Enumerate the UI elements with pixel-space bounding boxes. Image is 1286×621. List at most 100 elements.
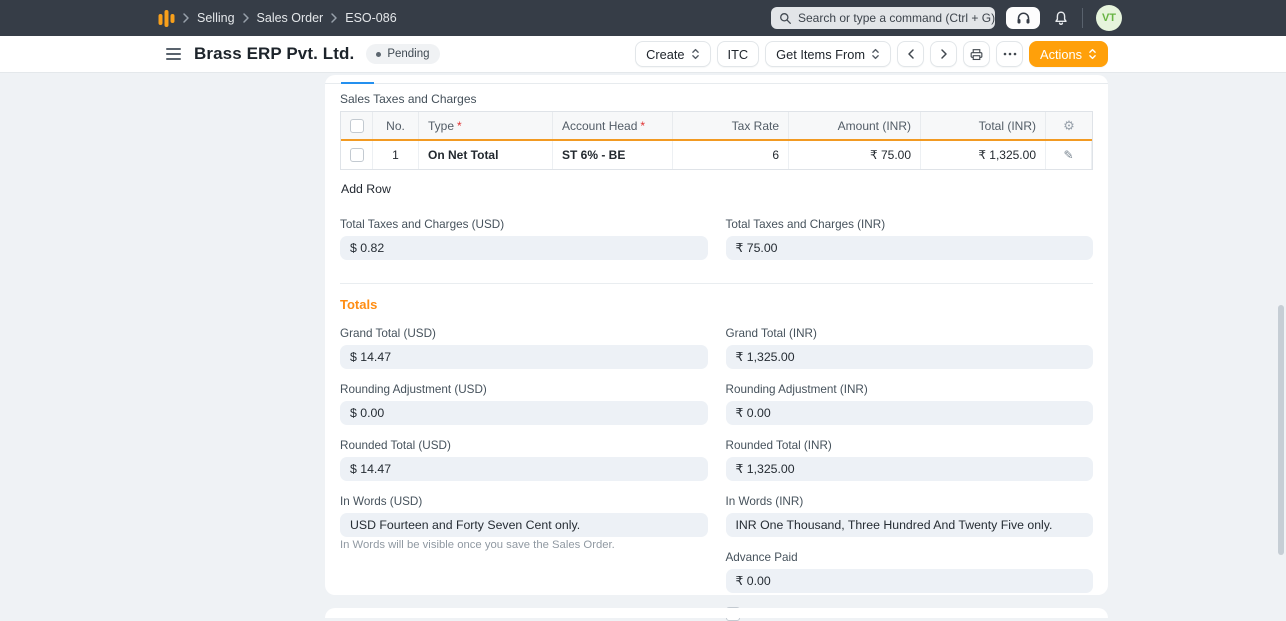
field-total-taxes-usd: Total Taxes and Charges (USD) $ 0.82 (340, 218, 708, 260)
field-label: Rounding Adjustment (INR) (725, 383, 868, 396)
section-divider (340, 283, 1093, 284)
add-row-button[interactable]: Add Row (340, 180, 392, 198)
field-rounded-total-inr: Rounded Total (INR) ₹ 1,325.00 (725, 439, 1093, 481)
top-navbar: Selling Sales Order ESO-086 Search or ty… (0, 0, 1286, 36)
totals-left-column: Grand Total (USD) $ 14.47 Rounding Adjus… (340, 327, 708, 621)
select-caret-icon (1088, 47, 1097, 61)
col-header-tax-rate: Tax Rate (673, 112, 789, 139)
select-all-checkbox[interactable] (349, 118, 364, 133)
toolbar-actions: Create ITC Get Items From Actions (635, 41, 1108, 67)
grand-total-usd-value: $ 14.47 (340, 345, 708, 369)
grand-total-inr-value: ₹ 1,325.00 (725, 345, 1093, 369)
totals-section-heading[interactable]: Totals (340, 297, 1093, 312)
edit-row-pencil-icon[interactable]: ✎ (1063, 149, 1073, 161)
chevron-right-icon (242, 12, 250, 24)
advance-paid-value: ₹ 0.00 (725, 569, 1093, 593)
breadcrumb-sales-order[interactable]: Sales Order (257, 11, 324, 25)
printer-icon (969, 47, 984, 62)
active-tab-indicator (341, 81, 374, 84)
form-card: Sales Taxes and Charges No. Type * Accoun… (325, 75, 1108, 621)
breadcrumb-current-doc[interactable]: ESO-086 (345, 11, 396, 25)
table-row: 1 On Net Total ST 6% - BE 6 ₹ 75.00 ₹ 1,… (341, 141, 1092, 169)
field-label: In Words (USD) (340, 495, 423, 508)
field-label: Total Taxes and Charges (INR) (725, 218, 886, 231)
row-index: 1 (373, 141, 419, 169)
notifications-bell-icon[interactable] (1053, 10, 1069, 27)
status-label: Pending (387, 48, 430, 60)
row-checkbox[interactable] (349, 148, 364, 162)
actions-button[interactable]: Actions (1029, 41, 1108, 67)
field-label: Rounded Total (USD) (340, 439, 451, 452)
create-button[interactable]: Create (635, 41, 711, 67)
search-placeholder: Search or type a command (Ctrl + G) (798, 11, 996, 25)
chevron-left-icon (907, 48, 915, 60)
menu-ellipsis-button[interactable] (996, 41, 1024, 67)
field-rounded-total-usd: Rounded Total (USD) $ 14.47 (340, 439, 708, 481)
print-button[interactable] (963, 41, 991, 67)
field-label: Rounded Total (INR) (725, 439, 832, 452)
app-logo-icon[interactable] (158, 9, 175, 28)
cell-account-head[interactable]: ST 6% - BE (553, 141, 673, 169)
cell-total[interactable]: ₹ 1,325.00 (921, 141, 1046, 169)
field-rounding-adjustment-inr: Rounding Adjustment (INR) ₹ 0.00 (725, 383, 1093, 425)
field-in-words-usd: In Words (USD) USD Fourteen and Forty Se… (340, 495, 708, 551)
select-caret-icon (871, 47, 880, 61)
col-header-no: No. (373, 112, 419, 139)
status-dot-icon (376, 51, 382, 57)
field-in-words-inr: In Words (INR) INR One Thousand, Three H… (725, 495, 1093, 537)
taxes-table-label: Sales Taxes and Charges (340, 92, 477, 106)
field-label: Grand Total (INR) (725, 327, 817, 340)
next-section-card (325, 608, 1108, 618)
ellipsis-icon (1003, 52, 1017, 56)
form-tabbar (325, 75, 1108, 84)
field-label: Grand Total (USD) (340, 327, 436, 340)
field-grand-total-usd: Grand Total (USD) $ 14.47 (340, 327, 708, 369)
headphones-icon (1016, 11, 1031, 25)
sales-taxes-and-charges-table: No. Type * Account Head * Tax Rate Amount … (340, 111, 1093, 170)
in-words-inr-value: INR One Thousand, Three Hundred And Twen… (725, 513, 1093, 537)
get-items-from-button[interactable]: Get Items From (765, 41, 892, 67)
col-header-type: Type * (419, 112, 553, 139)
avatar-initials: VT (1101, 12, 1117, 24)
sidebar-toggle-icon[interactable] (166, 48, 181, 60)
table-settings-gear-icon[interactable]: ⚙ (1063, 119, 1075, 132)
field-label: Rounding Adjustment (USD) (340, 383, 487, 396)
field-rounding-adjustment-usd: Rounding Adjustment (USD) $ 0.00 (340, 383, 708, 425)
totals-right-column: Grand Total (INR) ₹ 1,325.00 Rounding Ad… (725, 327, 1093, 621)
breadcrumb-selling[interactable]: Selling (197, 11, 235, 25)
user-avatar[interactable]: VT (1096, 5, 1122, 31)
global-search-input[interactable]: Search or type a command (Ctrl + G) (771, 7, 995, 29)
field-label: Advance Paid (725, 551, 798, 564)
select-caret-icon (691, 47, 700, 61)
rounded-total-inr-value: ₹ 1,325.00 (725, 457, 1093, 481)
status-badge: Pending (366, 44, 440, 64)
cell-tax-rate[interactable]: 6 (673, 141, 789, 169)
next-document-button[interactable] (930, 41, 958, 67)
itc-button[interactable]: ITC (716, 41, 760, 67)
help-headset-button[interactable] (1006, 7, 1040, 29)
search-icon (779, 12, 792, 25)
navbar-divider (1082, 8, 1083, 28)
required-marker: * (640, 118, 646, 133)
table-header-row: No. Type * Account Head * Tax Rate Amount … (341, 112, 1092, 141)
field-label: In Words (INR) (725, 495, 804, 508)
in-words-usd-value: USD Fourteen and Forty Seven Cent only. (340, 513, 708, 537)
rounding-adjustment-inr-value: ₹ 0.00 (725, 401, 1093, 425)
col-header-total: Total (INR) (921, 112, 1046, 139)
in-words-help-text: In Words will be visible once you save t… (340, 539, 615, 551)
field-label: Total Taxes and Charges (USD) (340, 218, 505, 231)
chevron-right-icon (940, 48, 948, 60)
previous-document-button[interactable] (897, 41, 925, 67)
total-taxes-inr-value: ₹ 75.00 (725, 236, 1093, 260)
field-total-taxes-inr: Total Taxes and Charges (INR) ₹ 75.00 (725, 218, 1093, 260)
rounding-adjustment-usd-value: $ 0.00 (340, 401, 708, 425)
field-grand-total-inr: Grand Total (INR) ₹ 1,325.00 (725, 327, 1093, 369)
field-advance-paid: Advance Paid ₹ 0.00 (725, 551, 1093, 593)
page-title: Brass ERP Pvt. Ltd. (194, 44, 355, 63)
vertical-scrollbar[interactable] (1278, 305, 1284, 555)
required-marker: * (457, 118, 462, 133)
cell-type[interactable]: On Net Total (419, 141, 553, 169)
cell-amount[interactable]: ₹ 75.00 (789, 141, 921, 169)
page-header: Brass ERP Pvt. Ltd. Pending Create ITC G… (0, 36, 1286, 73)
col-header-amount: Amount (INR) (789, 112, 921, 139)
